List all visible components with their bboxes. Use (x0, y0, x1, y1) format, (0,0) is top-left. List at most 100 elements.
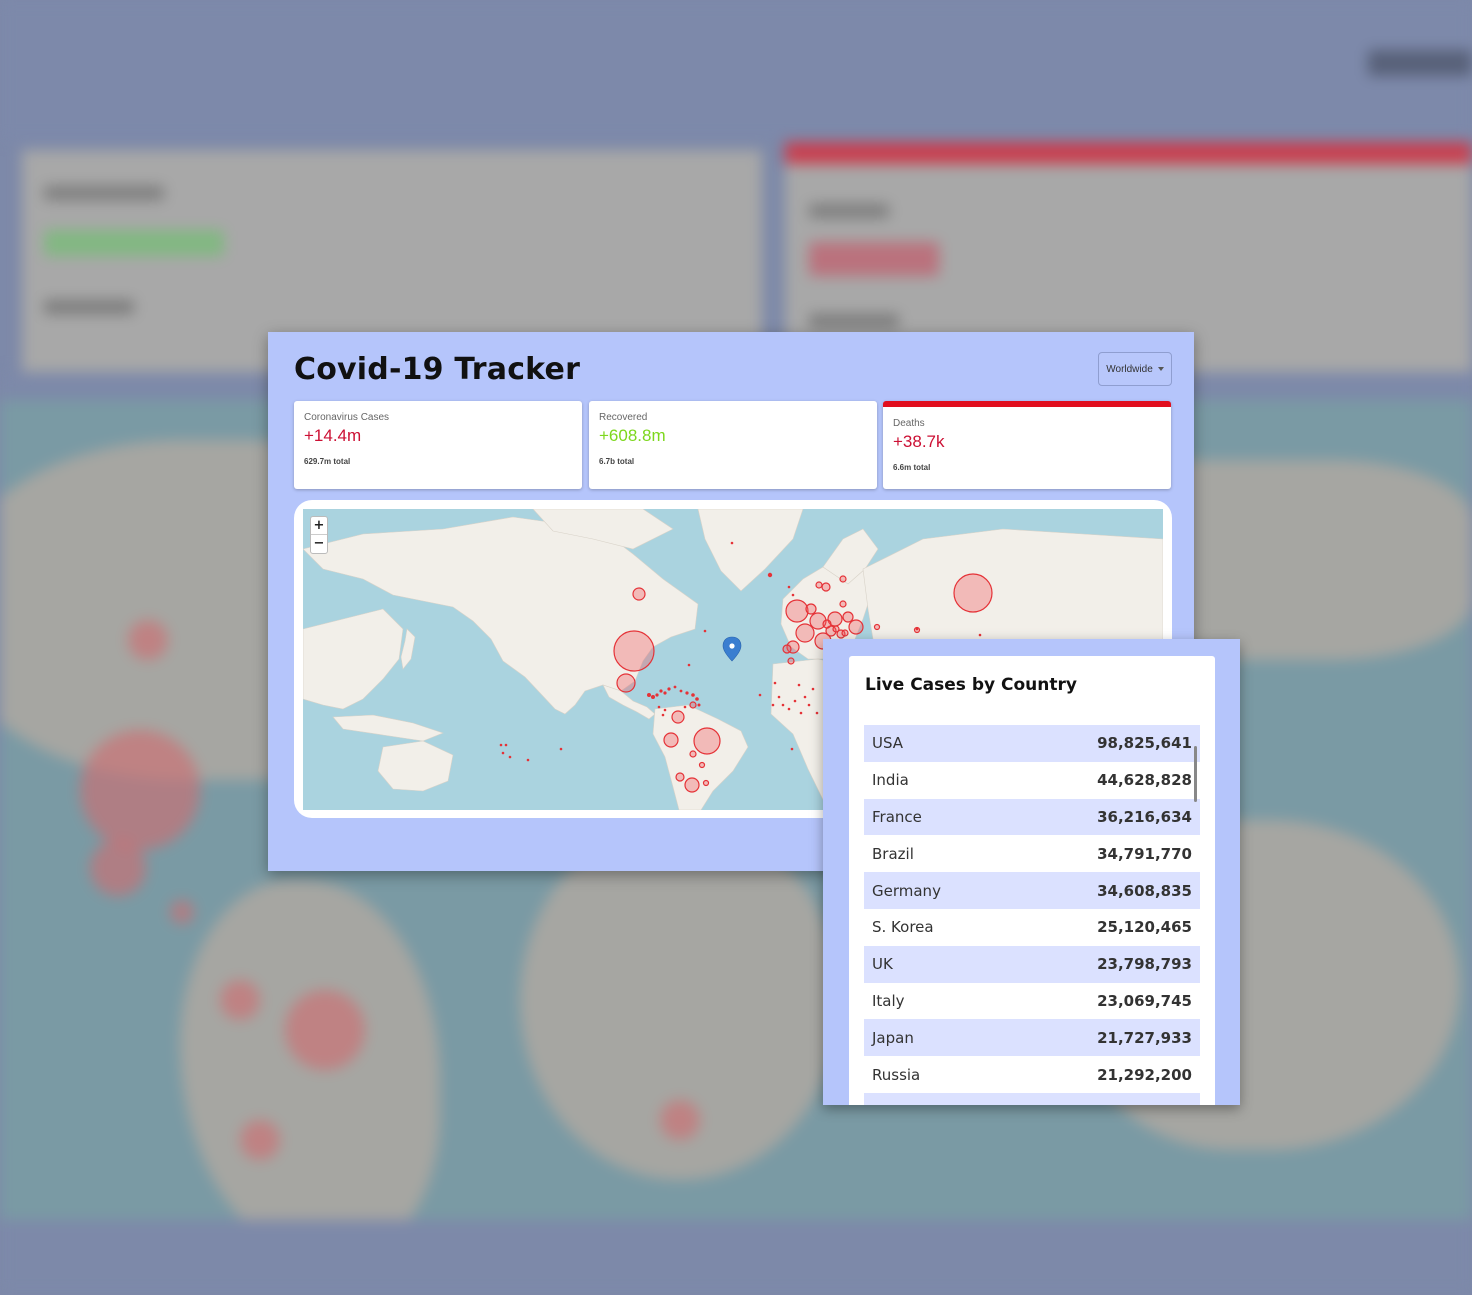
table-row: S. Korea 25,120,465 (864, 909, 1200, 946)
table-scrollbar[interactable] (1194, 746, 1197, 802)
zoom-in-button[interactable]: + (311, 517, 327, 535)
stat-title: Coronavirus Cases (304, 412, 390, 423)
zoom-out-button[interactable]: − (311, 535, 327, 553)
bg-bubble (660, 1100, 700, 1140)
case-count: 23,069,745 (1097, 991, 1192, 1010)
bubble-france[interactable] (795, 623, 815, 643)
bg-card-title (809, 204, 889, 218)
bubble-romania[interactable] (841, 629, 849, 637)
bubble-finland[interactable] (839, 575, 847, 583)
country-name: S. Korea (872, 918, 934, 937)
country-name: UK (872, 955, 893, 974)
stat-total: 629.7m total (304, 457, 351, 466)
bg-card-total (809, 314, 899, 328)
country-name: Brazil (872, 844, 914, 863)
bg-bubble (90, 840, 146, 896)
bubble-uruguay[interactable] (702, 779, 710, 787)
bubble-georgia[interactable] (873, 623, 881, 631)
live-cases-table[interactable]: USA 98,825,641 India 44,628,828 France 36,2… (864, 725, 1200, 1105)
bubble-morocco[interactable] (787, 657, 795, 665)
land-east-asia (303, 608, 404, 710)
bg-card-value (809, 242, 939, 276)
live-cases-card: Live Cases by Country USA 98,825,641 Indi… (849, 656, 1215, 1105)
case-count: 98,825,641 (1097, 734, 1192, 753)
land-japan (400, 628, 416, 670)
bubble-argentina[interactable] (684, 777, 700, 793)
stat-total: 6.6m total (893, 463, 931, 472)
table-row (864, 1092, 1200, 1105)
bg-bubble (80, 730, 200, 850)
case-count: 44,628,828 (1097, 771, 1192, 790)
caret-down-icon (1157, 367, 1164, 371)
location-pin-icon[interactable] (722, 636, 742, 662)
bubble-norway[interactable] (815, 581, 823, 589)
deaths-stat-card[interactable]: Deaths +38.7k 6.6m total (883, 401, 1171, 489)
bg-bubble (220, 980, 260, 1020)
stat-value: +608.8m (599, 426, 666, 445)
case-count: 21,727,933 (1097, 1028, 1192, 1047)
bubble-netherlands[interactable] (805, 603, 817, 615)
stat-total: 6.7b total (599, 457, 635, 466)
bg-bubble (128, 620, 168, 660)
case-count: 23,798,793 (1097, 955, 1192, 974)
bg-card-title (44, 186, 164, 200)
country-name: France (872, 807, 922, 826)
bubble-brazil[interactable] (693, 727, 721, 755)
bubble-czechia[interactable] (822, 619, 832, 629)
stat-value: +14.4m (304, 426, 362, 445)
case-count: 25,120,465 (1097, 918, 1192, 937)
case-count: 36,216,634 (1097, 807, 1192, 826)
bubble-turkey[interactable] (848, 619, 864, 635)
land-greenland (697, 509, 804, 592)
bubble-uk[interactable] (785, 599, 809, 623)
table-row: France 36,216,634 (864, 798, 1200, 836)
country-select[interactable]: Worldwide (1098, 352, 1172, 386)
live-cases-title: Live Cases by Country (865, 675, 1077, 695)
bubble-mexico[interactable] (616, 673, 636, 693)
live-cases-panel: Live Cases by Country USA 98,825,641 Indi… (823, 639, 1240, 1105)
land-se-asia (332, 714, 444, 742)
case-count: 21,292,200 (1097, 1065, 1192, 1084)
bubble-russia[interactable] (953, 573, 993, 613)
bubble-bolivia[interactable] (689, 750, 697, 758)
bubble-usa[interactable] (613, 630, 655, 672)
bubble-portugal[interactable] (782, 644, 792, 654)
bubble-colombia[interactable] (671, 710, 685, 724)
case-count: 34,608,835 (1097, 881, 1192, 900)
bubble-belarus[interactable] (839, 600, 847, 608)
bubble-venezuela[interactable] (689, 701, 697, 709)
country-name: Japan (872, 1028, 914, 1047)
bg-bubble (240, 1120, 280, 1160)
country-name: India (872, 771, 909, 790)
table-row: Italy 23,069,745 (864, 983, 1200, 1020)
bubble-canada[interactable] (632, 587, 646, 601)
country-select-value: Worldwide (1106, 363, 1153, 375)
country-name: Russia (872, 1065, 921, 1084)
case-count: 34,791,770 (1097, 844, 1192, 863)
bg-header (0, 0, 1472, 140)
table-row: Japan 21,727,933 (864, 1019, 1200, 1057)
land-australia (377, 740, 454, 792)
bubble-peru[interactable] (663, 732, 679, 748)
bubble-hungary[interactable] (832, 625, 840, 633)
bubble-chile[interactable] (675, 772, 685, 782)
bg-bubble (170, 900, 194, 924)
table-row: UK 23,798,793 (864, 945, 1200, 983)
country-name: USA (872, 734, 904, 753)
app-title: Covid-19 Tracker (294, 352, 581, 387)
bg-header-select (1368, 50, 1472, 76)
recovered-stat-card[interactable]: Recovered +608.8m 6.7b total (589, 401, 877, 489)
table-row: Russia 21,292,200 (864, 1056, 1200, 1093)
zoom-control: + − (310, 516, 328, 554)
bubble-ukraine[interactable] (842, 611, 854, 623)
bubble-sweden[interactable] (821, 582, 831, 592)
table-row: Germany 34,608,835 (864, 872, 1200, 909)
bubble-paraguay[interactable] (698, 761, 706, 769)
bg-card-total (44, 300, 134, 314)
cases-stat-card[interactable]: Coronavirus Cases +14.4m 629.7m total (294, 401, 582, 489)
stat-title: Deaths (893, 418, 925, 429)
table-row: India 44,628,828 (864, 762, 1200, 799)
stat-value: +38.7k (893, 432, 945, 451)
bg-card-value (44, 230, 224, 256)
bg-footer (0, 1220, 1472, 1295)
